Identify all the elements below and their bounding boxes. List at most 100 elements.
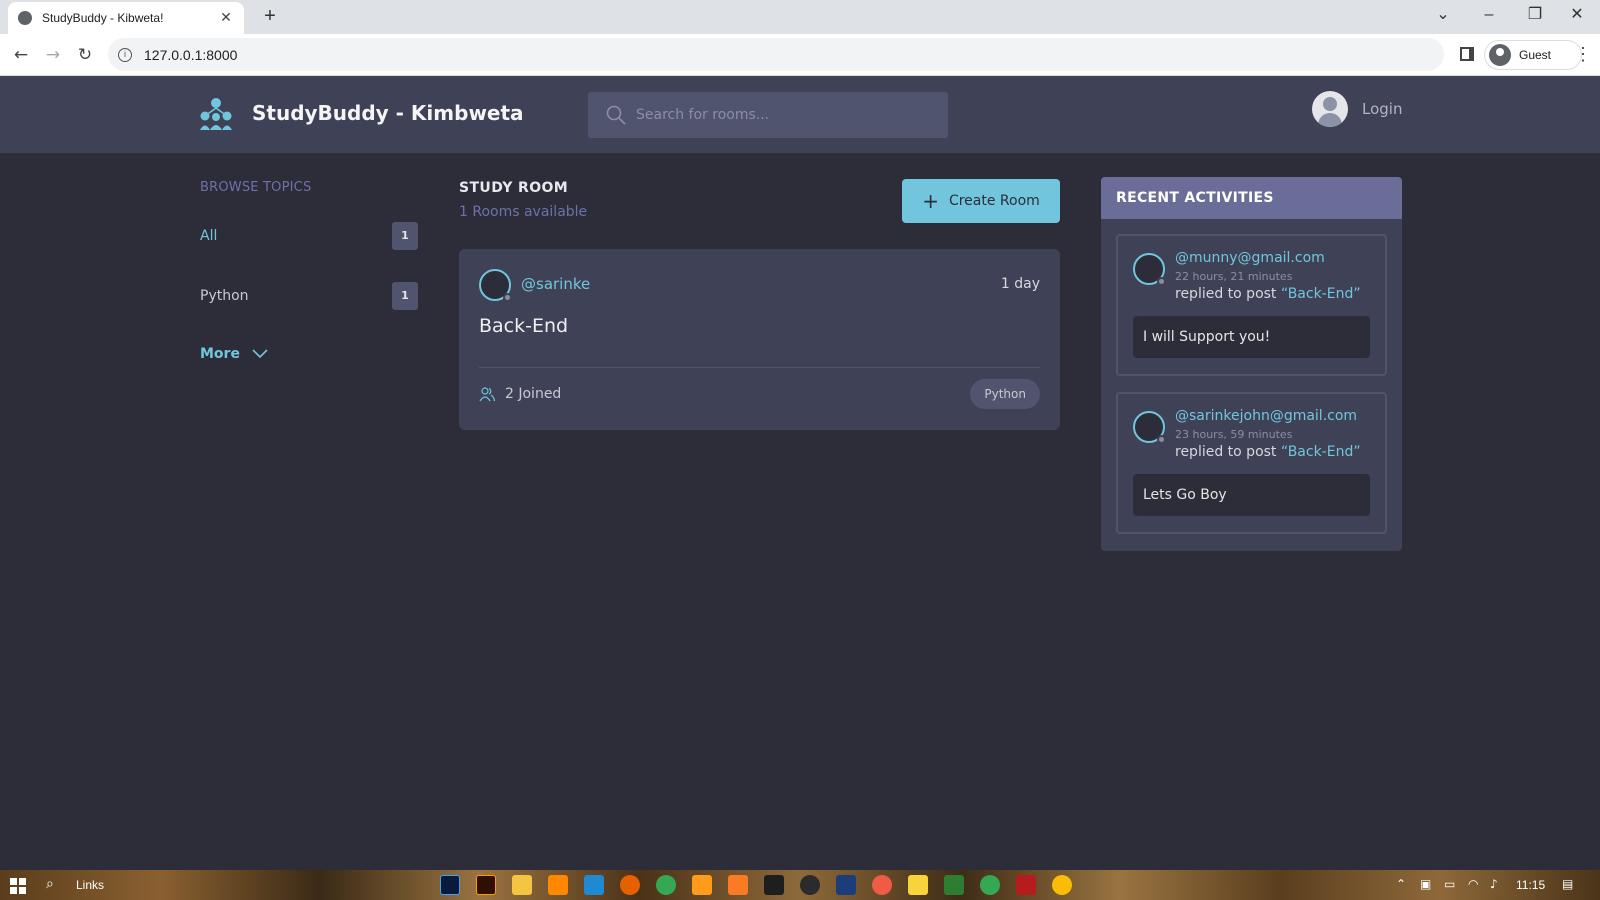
chrome-icon[interactable] <box>656 875 676 895</box>
brand-title[interactable]: StudyBuddy - Kimbweta <box>252 101 524 125</box>
status-dot <box>503 293 512 302</box>
browser-menu-icon[interactable]: ⋮ <box>1574 44 1592 65</box>
activity-post-link[interactable]: “Back-End” <box>1281 444 1361 460</box>
study-room-heading: STUDY ROOM <box>459 180 569 196</box>
sublime-icon[interactable] <box>692 875 712 895</box>
battery-icon[interactable]: ▭ <box>1444 877 1455 891</box>
activity-description: replied to post “Back-End” <box>1175 286 1361 302</box>
search-icon <box>606 105 626 125</box>
activity-time: 23 hours, 59 minutes <box>1175 428 1293 441</box>
activity-avatar[interactable] <box>1133 411 1166 444</box>
taskbar-clock[interactable]: 11:15 <box>1516 878 1545 892</box>
window-close-icon[interactable]: ✕ <box>1554 0 1600 30</box>
login-link[interactable]: Login <box>1312 91 1402 127</box>
wifi-icon[interactable]: ◠ <box>1468 877 1478 891</box>
app-icon[interactable] <box>872 875 892 895</box>
plus-icon: + <box>922 189 939 213</box>
login-label: Login <box>1362 100 1403 118</box>
notifications-icon[interactable]: ▤ <box>1562 877 1573 891</box>
close-tab-icon[interactable]: ✕ <box>218 10 234 26</box>
globe-icon <box>18 11 32 25</box>
tab-search-icon[interactable]: ⌄ <box>1420 0 1466 30</box>
chrome-icon[interactable] <box>980 875 1000 895</box>
user-avatar-icon <box>1312 91 1348 127</box>
taskbar-search-icon[interactable]: ⌕ <box>46 876 54 892</box>
activity-time: 22 hours, 21 minutes <box>1175 270 1293 283</box>
room-divider <box>479 367 1040 368</box>
browse-topics-heading: BROWSE TOPICS <box>200 180 312 195</box>
taskbar-search-label[interactable]: Links <box>76 878 104 892</box>
site-info-icon[interactable]: i <box>118 47 132 62</box>
more-topics-link[interactable]: More <box>200 346 268 362</box>
activity-user-link[interactable]: @sarinkejohn@gmail.com <box>1175 408 1357 424</box>
room-name-link[interactable]: Back-End <box>479 315 568 337</box>
sticky-notes-icon[interactable] <box>908 875 928 895</box>
topic-count: 1 <box>392 222 418 250</box>
activity-action: replied to post <box>1175 286 1277 302</box>
browser-toolbar: ← → ↻ i 127.0.0.1:8000 Guest ⋮ <box>0 34 1600 76</box>
profile-avatar-icon <box>1489 44 1511 66</box>
activity-user-link[interactable]: @munny@gmail.com <box>1175 250 1325 266</box>
activity-message: I will Support you! <box>1133 316 1370 358</box>
recent-activities-panel: RECENT ACTIVITIES @munny@gmail.com 22 ho… <box>1101 177 1402 551</box>
joined-count: 2 Joined <box>505 386 562 402</box>
activity-item: @sarinkejohn@gmail.com 23 hours, 59 minu… <box>1116 392 1387 534</box>
new-tab-button[interactable]: + <box>258 4 282 28</box>
app-header: StudyBuddy - Kimbweta Login <box>0 76 1600 153</box>
volume-icon[interactable]: ♪ <box>1490 877 1498 891</box>
browser-tabstrip: StudyBuddy - Kibweta! ✕ + ⌄ – ❐ ✕ <box>0 0 1600 34</box>
app-icon[interactable] <box>944 875 964 895</box>
activity-item: @munny@gmail.com 22 hours, 21 minutes re… <box>1116 234 1387 376</box>
meet-icon[interactable]: ▣ <box>1420 877 1431 891</box>
recent-activities-heading: RECENT ACTIVITIES <box>1101 177 1402 219</box>
activity-message: Lets Go Boy <box>1133 474 1370 516</box>
address-bar[interactable]: i 127.0.0.1:8000 <box>108 38 1444 71</box>
windows-start-icon[interactable] <box>10 878 26 894</box>
vscode-icon[interactable] <box>584 875 604 895</box>
host-avatar[interactable] <box>479 269 512 302</box>
topic-item-python[interactable]: Python 1 <box>200 282 418 310</box>
taskbar: ⌕ Links ⌃ ▣ ▭ ◠ ♪ 11:15 ▤ <box>0 870 1600 900</box>
create-room-label: Create Room <box>948 193 1040 209</box>
logo-icon[interactable] <box>198 96 234 132</box>
minimize-icon[interactable]: – <box>1466 0 1512 30</box>
room-card[interactable]: @sarinke 1 day Back-End 2 Joined Python <box>459 249 1060 430</box>
room-host-link[interactable]: @sarinke <box>521 275 590 293</box>
virtualbox-icon[interactable] <box>836 875 856 895</box>
back-arrow-icon[interactable]: ← <box>8 42 34 68</box>
topic-label: Python <box>200 288 249 304</box>
profile-name: Guest <box>1519 48 1552 62</box>
room-topic-tag[interactable]: Python <box>970 379 1040 409</box>
firefox-icon[interactable] <box>620 875 640 895</box>
illustrator-icon[interactable] <box>476 875 496 895</box>
topic-item-all[interactable]: All 1 <box>200 222 418 250</box>
tray-expand-icon[interactable]: ⌃ <box>1396 877 1406 891</box>
search-input[interactable] <box>636 107 936 123</box>
status-dot <box>1157 435 1166 444</box>
room-time: 1 day <box>1000 276 1040 292</box>
chrome-active-icon[interactable] <box>1052 875 1072 895</box>
url-text: 127.0.0.1:8000 <box>144 46 238 63</box>
tab-title: StudyBuddy - Kibweta! <box>42 11 164 25</box>
restore-icon[interactable]: ❐ <box>1512 0 1558 30</box>
file-explorer-icon[interactable] <box>512 875 532 895</box>
forward-arrow-icon[interactable]: → <box>40 42 66 68</box>
browser-tab[interactable]: StudyBuddy - Kibweta! ✕ <box>8 2 244 34</box>
status-dot <box>1157 277 1166 286</box>
reload-icon[interactable]: ↻ <box>72 42 98 68</box>
activity-avatar[interactable] <box>1133 253 1166 286</box>
chevron-down-icon <box>252 349 268 359</box>
create-room-button[interactable]: + Create Room <box>902 179 1060 223</box>
github-icon[interactable] <box>800 875 820 895</box>
xampp-icon[interactable] <box>728 875 748 895</box>
photoshop-icon[interactable] <box>440 875 460 895</box>
side-panel-icon[interactable] <box>1460 47 1474 61</box>
vlc-icon[interactable] <box>548 875 568 895</box>
more-label: More <box>200 346 240 362</box>
activity-post-link[interactable]: “Back-End” <box>1281 286 1361 302</box>
topic-count: 1 <box>392 282 418 310</box>
terminal-icon[interactable] <box>764 875 784 895</box>
search-bar[interactable] <box>588 92 948 138</box>
profile-button[interactable]: Guest <box>1484 40 1582 70</box>
winrar-icon[interactable] <box>1016 875 1036 895</box>
